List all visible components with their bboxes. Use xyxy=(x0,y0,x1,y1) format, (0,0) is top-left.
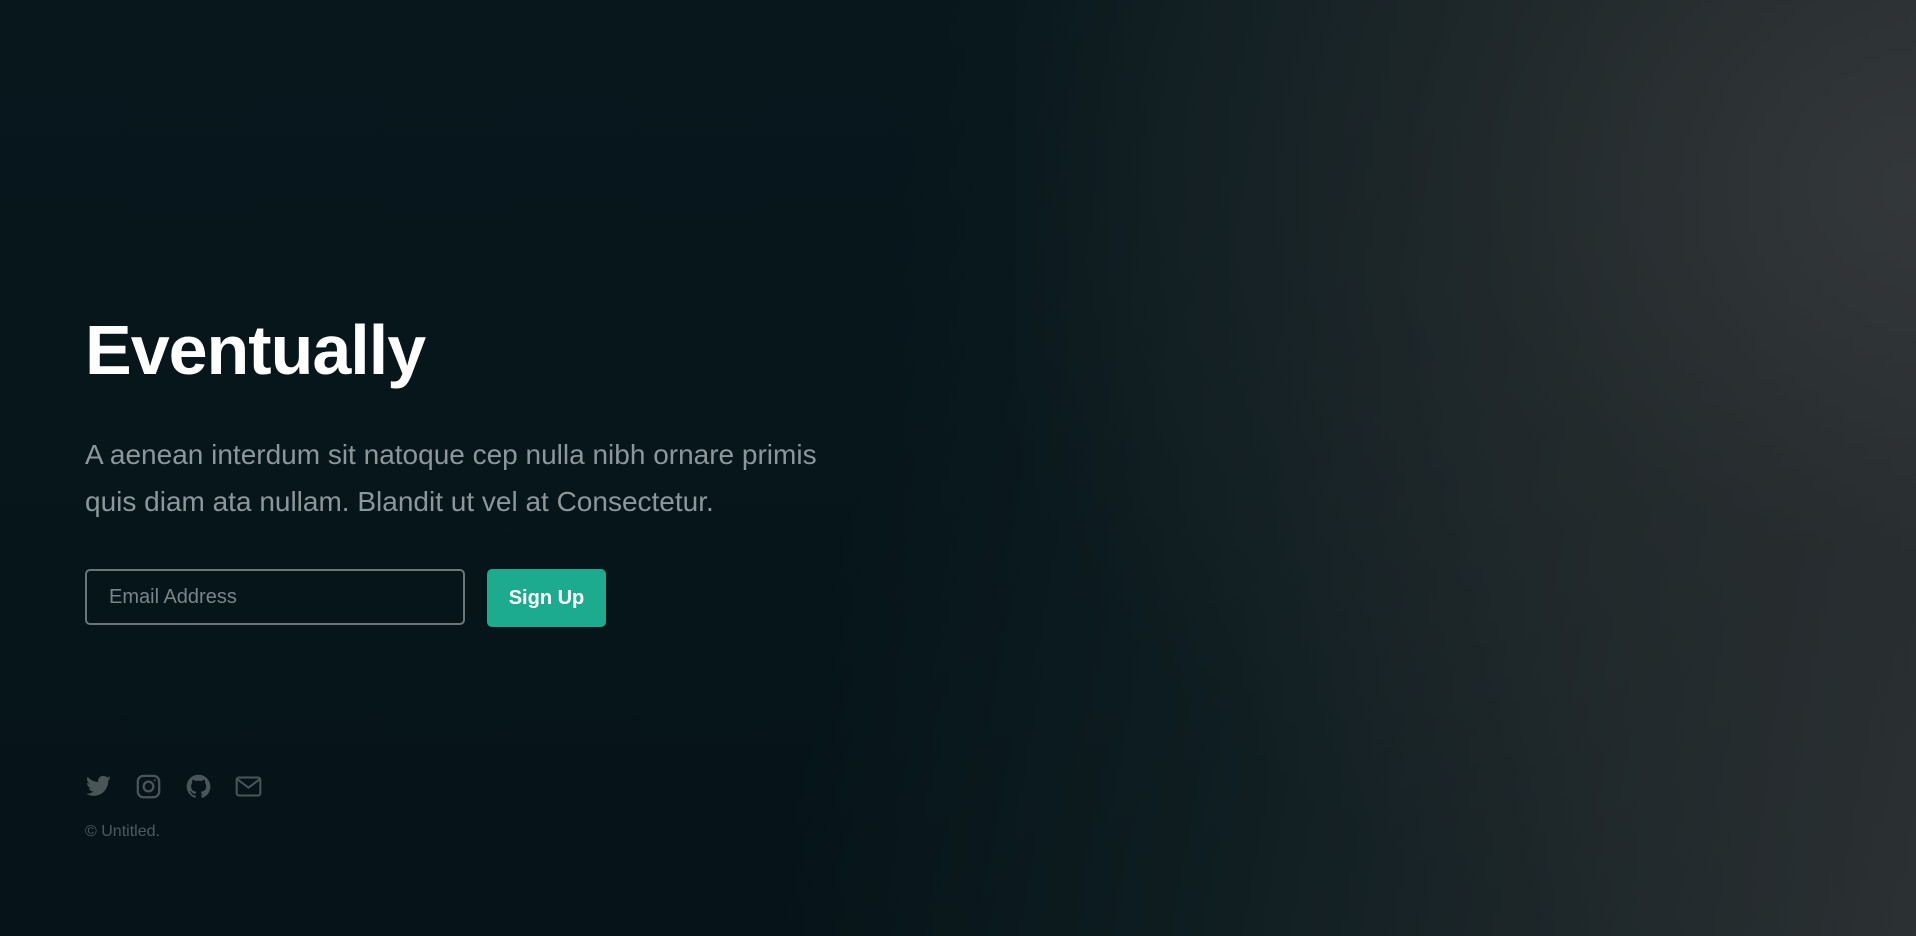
social-links xyxy=(85,773,262,800)
hero-description: A aenean interdum sit natoque cep nulla … xyxy=(85,439,817,517)
email-input[interactable] xyxy=(85,569,465,625)
instagram-icon[interactable] xyxy=(135,773,162,800)
github-icon[interactable] xyxy=(185,773,212,800)
copyright-text: © Untitled. xyxy=(85,823,160,840)
hero-section: Eventually A aenean interdum sit natoque… xyxy=(85,0,885,936)
sign-up-button[interactable]: Sign Up xyxy=(487,569,606,627)
twitter-icon[interactable] xyxy=(85,773,112,800)
background-glow xyxy=(1016,0,1916,936)
signup-form: Sign Up xyxy=(85,569,606,627)
envelope-icon[interactable] xyxy=(235,773,262,800)
page-title: Eventually xyxy=(85,311,426,389)
